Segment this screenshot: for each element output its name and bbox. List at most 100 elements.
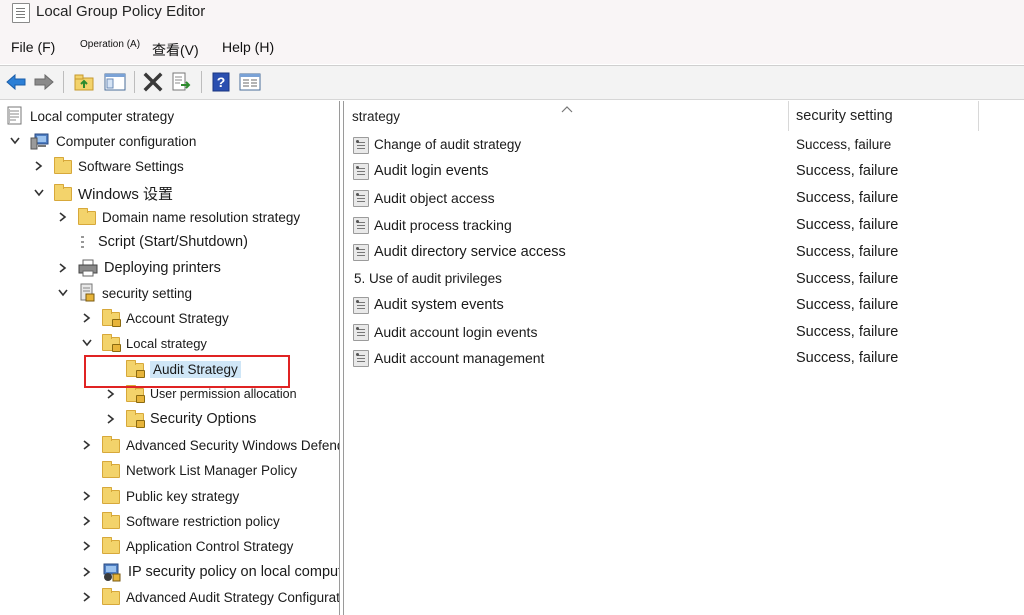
title-bar: Local Group Policy Editor [0,0,1024,34]
table-row[interactable]: Audit account login events Success, fail… [344,320,1024,346]
policy-setting: Success, failure [796,190,899,206]
toolbar-separator [134,71,135,93]
back-arrow-icon[interactable] [5,71,27,93]
policy-icon [353,137,369,154]
policy-setting: Success, failure [796,271,899,287]
table-row[interactable]: Change of audit strategy Success, failur… [344,133,1024,159]
table-row[interactable]: Audit login events Success, failure [344,159,1024,185]
tree-item-security-options[interactable]: Security Options [104,407,256,431]
tree-item-application-control[interactable]: Application Control Strategy [80,534,293,558]
locked-folder-icon [126,360,145,378]
tree-item-label: Security Options [150,411,257,427]
chevron-right-icon[interactable] [80,438,94,452]
table-row[interactable]: Audit object access Success, failure [344,186,1024,212]
policy-setting: Success, failure [796,350,899,366]
tree-item-account-strategy[interactable]: Account Strategy [80,306,229,330]
tree-item-label: Advanced Security Windows Defender [126,437,340,453]
tree-item-advanced-audit-configuration[interactable]: Advanced Audit Strategy Configuration [80,585,340,609]
chevron-right-icon[interactable] [56,210,70,224]
tree-item-local-strategy[interactable]: Local strategy [80,331,207,355]
folder-icon [78,208,96,225]
tree-item-deploying-printers[interactable]: Deploying printers [56,256,221,280]
window-title: Local Group Policy Editor [36,3,206,20]
policy-name: 5. Use of audit privileges [354,271,502,286]
folder-icon [54,157,72,174]
table-row[interactable]: Audit directory service access Success, … [344,240,1024,266]
chevron-down-icon[interactable] [32,186,46,200]
folder-icon [102,436,120,453]
tree-item-public-key-strategy[interactable]: Public key strategy [80,484,239,508]
tree-item-label: Local strategy [126,335,207,351]
export-list-icon[interactable] [170,71,192,93]
tree-item-security-setting[interactable]: security setting [56,281,192,305]
chevron-right-icon[interactable] [80,539,94,553]
chevron-right-icon[interactable] [104,387,118,401]
menu-help[interactable]: Help (H) [222,39,274,55]
show-hide-tree-icon[interactable] [104,71,126,93]
delete-icon[interactable] [142,71,164,93]
chevron-right-icon[interactable] [32,159,46,173]
properties-pane-icon[interactable] [239,71,261,93]
tree-item-audit-strategy[interactable]: Audit Strategy [126,357,241,381]
menu-bar: File (F) Operation (A) 查看(V) Help (H) [0,34,1024,64]
chevron-right-icon[interactable] [80,489,94,503]
chevron-down-icon[interactable] [8,134,22,148]
tree-pane[interactable]: Local computer strategy Computer configu… [2,101,340,615]
tree-item-label: User permission allocation [150,387,297,401]
tree-item-label: Network List Manager Policy [126,462,298,478]
table-row[interactable]: 5. Use of audit privileges Success, fail… [344,267,1024,293]
forward-arrow-icon[interactable] [33,71,55,93]
folder-icon [102,588,120,605]
tree-item-advanced-security-defender[interactable]: Advanced Security Windows Defender [80,433,340,457]
tree-item-windows-settings[interactable]: Windows 设置 [32,181,173,205]
tree-item-domain-name-resolution[interactable]: Domain name resolution strategy [56,205,300,229]
sort-ascending-icon [561,101,573,118]
tree-item-label: Advanced Audit Strategy Configuration [126,589,340,605]
chevron-down-icon[interactable] [56,286,70,300]
table-row[interactable]: Audit account management Success, failur… [344,346,1024,372]
policy-icon [353,324,369,341]
tree-item-user-permission-allocation[interactable]: User permission allocation [104,382,297,406]
menu-view[interactable]: 查看(V) [152,40,199,60]
tree-item-network-list-manager[interactable]: Network List Manager Policy [102,458,297,482]
chevron-right-icon[interactable] [104,412,118,426]
menu-operation[interactable]: Operation (A) [80,39,140,50]
chevron-right-icon[interactable] [80,311,94,325]
column-header-label: strategy [352,108,401,124]
tree-item-root[interactable]: Local computer strategy [6,104,174,128]
table-row[interactable]: Audit process tracking Success, failure [344,213,1024,239]
tree-item-software-restriction[interactable]: Software restriction policy [80,509,280,533]
policy-icon [353,350,369,367]
policy-list-pane[interactable]: strategy security setting Change of audi… [343,101,1024,615]
chevron-right-icon[interactable] [80,590,94,604]
column-header-security-setting[interactable]: security setting [788,101,978,131]
policy-setting: Success, failure [796,324,899,340]
security-settings-icon [80,283,95,302]
tree-item-label: Audit Strategy [150,360,241,378]
tree-item-software-settings[interactable]: Software Settings [32,154,184,178]
chevron-right-icon[interactable] [80,514,94,528]
policy-document-icon [7,106,22,125]
tree-item-label: Software Settings [78,158,184,174]
policy-icon [353,163,369,180]
tree-item-script[interactable]: Script (Start/Shutdown) [78,230,248,254]
tree-item-label: Public key strategy [126,488,240,504]
menu-file[interactable]: File (F) [11,39,55,55]
policy-setting: Success, failure [796,217,899,233]
tree-item-label: Computer configuration [56,133,197,149]
chevron-down-icon[interactable] [80,336,94,350]
folder-icon [54,184,72,201]
help-icon[interactable]: ? [210,71,232,93]
up-folder-icon[interactable] [73,71,95,93]
column-divider[interactable] [978,101,979,131]
chevron-right-icon[interactable] [80,565,94,579]
locked-folder-icon [102,309,121,327]
tree-item-label: security setting [102,285,193,301]
chevron-right-icon[interactable] [56,261,70,275]
table-row[interactable]: Audit system events Success, failure [344,293,1024,319]
folder-icon [102,461,120,478]
tree-item-label: Local computer strategy [30,108,175,124]
toolbar-separator [63,71,64,93]
tree-item-computer-configuration[interactable]: Computer configuration [8,129,196,153]
tree-item-ip-security-policy[interactable]: IP security policy on local computer [80,560,339,584]
